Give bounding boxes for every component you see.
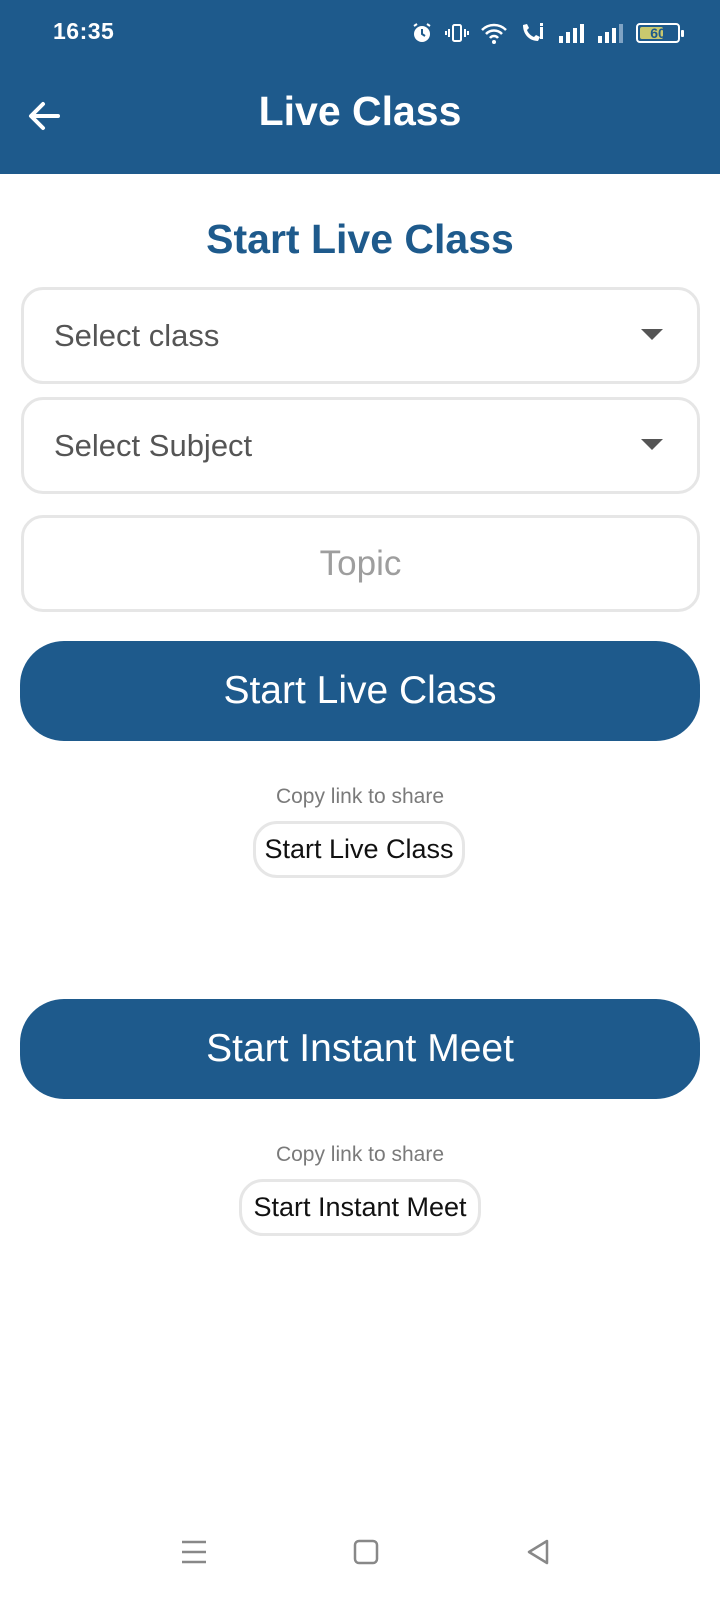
copy-link-label: Copy link to share	[275, 785, 445, 808]
start-live-class-button[interactable]: Start Live Class	[20, 641, 700, 741]
battery-icon: 60	[636, 23, 684, 43]
copy-link-label: Copy link to share	[275, 1143, 445, 1166]
start-instant-meet-button[interactable]: Start Instant Meet	[20, 999, 700, 1099]
class-select[interactable]: Select class	[21, 287, 700, 384]
topic-input[interactable]	[24, 518, 697, 609]
status-bar: 16:35 60	[0, 0, 720, 66]
menu-icon	[179, 1538, 209, 1571]
vibrate-icon	[445, 21, 469, 45]
back-nav-button[interactable]	[518, 1534, 558, 1574]
page-title: Live Class	[258, 88, 462, 134]
back-triangle-icon	[524, 1538, 552, 1571]
home-square-icon	[352, 1538, 380, 1571]
signal-icon	[597, 22, 625, 44]
battery-level: 60	[650, 25, 666, 41]
dropdown-arrow-icon	[641, 329, 663, 340]
class-select-value: Select class	[54, 318, 220, 353]
wifi-calling-icon	[519, 21, 547, 45]
signal-icon	[558, 22, 586, 44]
instant-meet-link-chip[interactable]: Start Instant Meet	[239, 1179, 481, 1236]
home-button[interactable]	[346, 1534, 386, 1574]
topic-field[interactable]	[21, 515, 700, 612]
status-icons: 60	[410, 18, 684, 48]
subject-select[interactable]: Select Subject	[21, 397, 700, 494]
alarm-icon	[410, 21, 434, 45]
app-bar: 16:35 60 Live Class	[0, 0, 720, 174]
live-class-link-chip[interactable]: Start Live Class	[253, 821, 465, 878]
menu-button[interactable]	[174, 1534, 214, 1574]
dropdown-arrow-icon	[641, 439, 663, 450]
section-title: Start Live Class	[206, 216, 514, 262]
status-time: 16:35	[53, 18, 115, 44]
subject-select-value: Select Subject	[54, 428, 253, 463]
wifi-icon	[480, 21, 508, 45]
